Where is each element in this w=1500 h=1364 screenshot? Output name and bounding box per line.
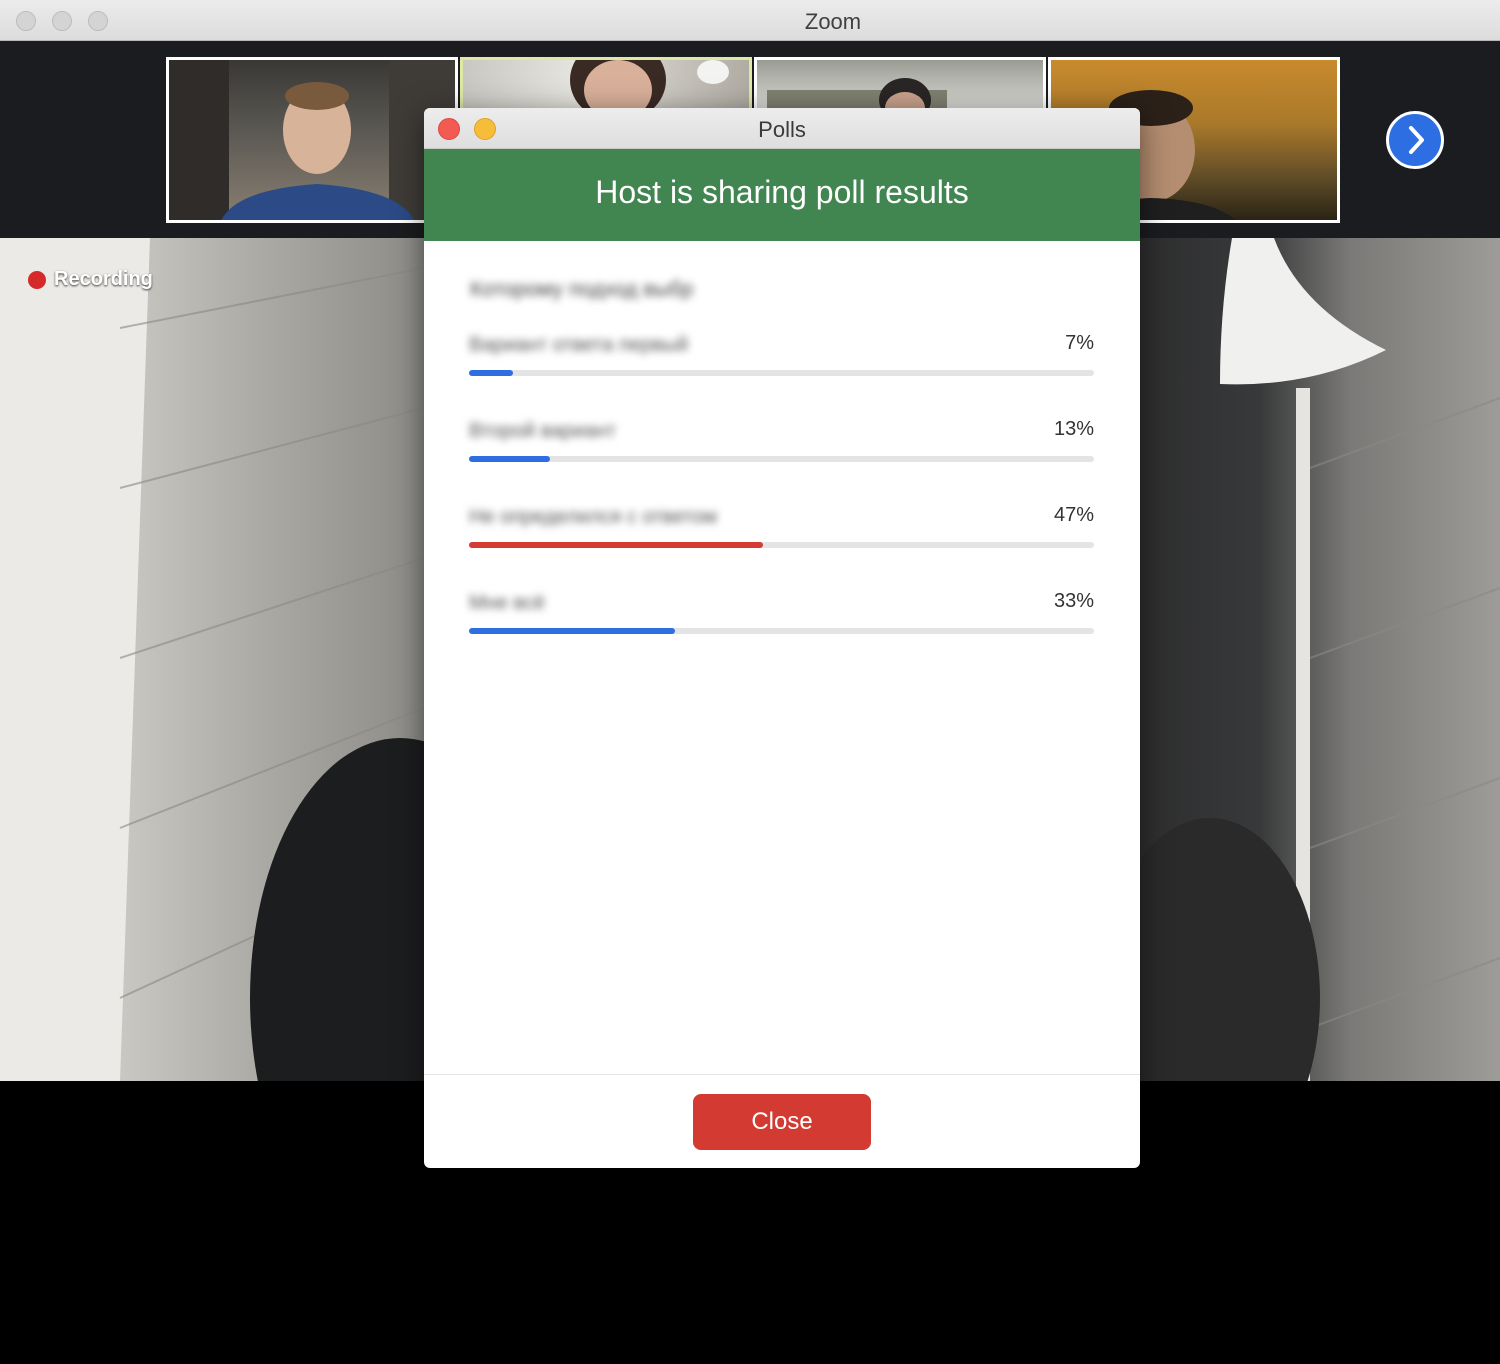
next-page-button[interactable] bbox=[1386, 111, 1444, 169]
close-button[interactable]: Close bbox=[693, 1094, 871, 1150]
polls-dialog: Polls Host is sharing poll results Котор… bbox=[424, 108, 1140, 1168]
poll-option-percent: 33% bbox=[1053, 590, 1094, 612]
window-title: Zoom bbox=[804, 9, 862, 34]
poll-option-label: Вариант ответа первый bbox=[469, 334, 689, 356]
poll-results-banner: Host is sharing poll results bbox=[424, 149, 1140, 241]
poll-option-bar-track bbox=[469, 628, 1094, 634]
poll-option: Вариант ответа первый 7% bbox=[469, 332, 1094, 394]
poll-question: Которому подход выбр bbox=[470, 278, 694, 301]
recording-dot-icon bbox=[28, 270, 46, 289]
poll-option-label: Второй вариант bbox=[469, 420, 616, 442]
footer-divider bbox=[424, 1074, 1140, 1075]
recording-label: Recording bbox=[54, 268, 153, 290]
recording-indicator: Recording bbox=[28, 268, 153, 291]
poll-option-bar-track bbox=[469, 370, 1094, 376]
window-titlebar: Zoom bbox=[0, 0, 1500, 41]
poll-option-bar-fill bbox=[469, 370, 513, 376]
polls-title: Polls bbox=[758, 117, 806, 142]
poll-option-label: Не определился с ответом bbox=[469, 506, 717, 528]
poll-option-bar-fill-leading bbox=[469, 542, 763, 548]
participant-thumbnail[interactable] bbox=[166, 57, 458, 223]
poll-option-bar-fill bbox=[469, 628, 676, 634]
poll-option-bar-track bbox=[469, 542, 1094, 548]
poll-option-bar-fill bbox=[469, 456, 551, 462]
poll-option-bar-track bbox=[469, 456, 1094, 462]
participant-video bbox=[169, 60, 455, 220]
poll-option: Мне всё 33% bbox=[469, 590, 1094, 652]
poll-option: Не определился с ответом 47% bbox=[469, 504, 1094, 566]
polls-titlebar: Polls bbox=[424, 108, 1140, 149]
chevron-right-icon bbox=[1409, 126, 1424, 154]
poll-option-percent: 47% bbox=[1053, 504, 1094, 526]
poll-option: Второй вариант 13% bbox=[469, 418, 1094, 480]
poll-option-label: Мне всё bbox=[469, 592, 545, 614]
poll-option-percent: 7% bbox=[1065, 332, 1094, 354]
poll-option-percent: 13% bbox=[1053, 418, 1094, 440]
